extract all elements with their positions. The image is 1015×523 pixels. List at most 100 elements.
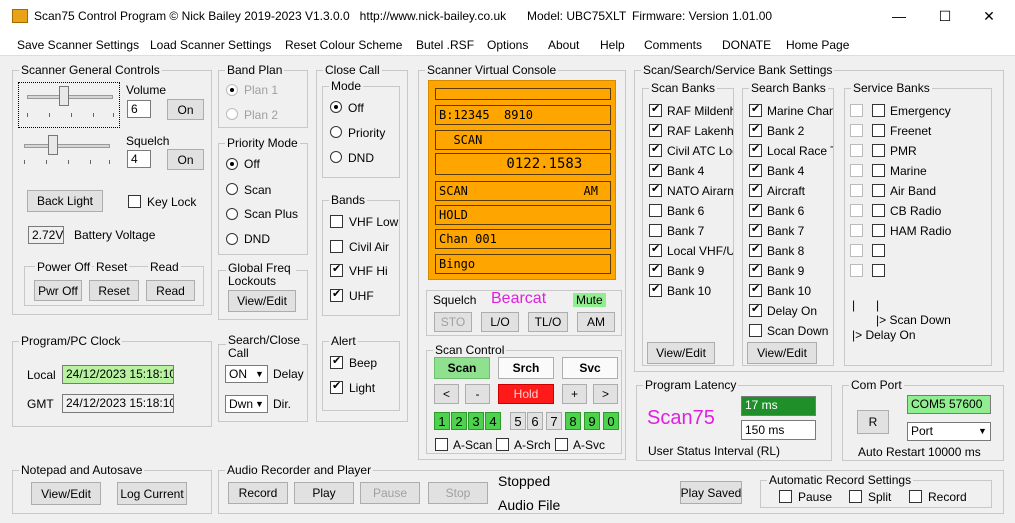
service-bank-delay-checkbox[interactable] [850,244,863,257]
beep-checkbox[interactable] [330,354,343,369]
squelch-value[interactable]: 4 [127,150,151,168]
menu-options[interactable]: Options [487,38,528,52]
bank-key-4[interactable]: 4 [485,412,501,430]
direction-select[interactable]: Dwn ▼ [225,395,268,413]
minus-button[interactable]: - [465,384,490,404]
sto-button[interactable]: STO [434,312,472,332]
auto-record-checkbox[interactable] [909,490,922,503]
tlo-button[interactable]: TL/O [528,312,568,332]
service-bank-delay-checkbox[interactable] [850,144,863,157]
delay-select[interactable]: ON ▼ [225,365,268,383]
bank-key-8[interactable]: 8 [565,412,581,430]
search-bank-2-checkbox[interactable] [749,122,762,137]
search-bank-1-checkbox[interactable] [749,102,762,117]
bank-key-9[interactable]: 9 [584,412,600,430]
bank-key-3[interactable]: 3 [468,412,484,430]
scan-bank-2-checkbox[interactable] [649,122,662,137]
search-bank-8-checkbox[interactable] [749,242,762,257]
scan-bank-8-checkbox[interactable] [649,242,662,257]
vhf-hi-checkbox[interactable] [330,262,343,277]
power-off-button[interactable]: Pwr Off [34,280,82,301]
scan-banks-view-edit-button[interactable]: View/Edit [647,342,715,364]
scan-bank-5-checkbox[interactable] [649,182,662,197]
bank-key-0[interactable]: 0 [603,412,619,430]
com-refresh-button[interactable]: R [857,410,889,434]
civil-air-checkbox[interactable] [330,240,343,253]
play-button[interactable]: Play [294,482,354,504]
search-bank-7-checkbox[interactable] [749,222,762,237]
bank-key-2[interactable]: 2 [451,412,467,430]
stop-button[interactable]: Stop [428,482,488,504]
squelch-on-button[interactable]: On [167,149,204,170]
service-bank-7-checkbox[interactable] [872,224,885,237]
bank-key-1[interactable]: 1 [434,412,450,430]
cc-dnd-radio[interactable] [330,151,342,163]
scan-bank-10-checkbox[interactable] [649,282,662,297]
backlight-button[interactable]: Back Light [27,190,103,212]
search-bank-3-checkbox[interactable] [749,142,762,157]
auto-pause-checkbox[interactable] [779,490,792,503]
service-bank-6-checkbox[interactable] [872,204,885,217]
bank-key-6[interactable]: 6 [527,412,543,430]
menu-comments[interactable]: Comments [644,38,702,52]
hold-button[interactable]: Hold [498,384,554,404]
cc-priority-radio[interactable] [330,126,342,138]
service-bank-delay-checkbox[interactable] [850,124,863,137]
minimize-icon[interactable]: — [876,0,922,32]
search-bank-4-checkbox[interactable] [749,162,762,177]
volume-slider[interactable] [18,82,120,128]
notepad-view-edit-button[interactable]: View/Edit [31,482,101,505]
svc-button[interactable]: Svc [562,357,618,379]
search-banks-view-edit-button[interactable]: View/Edit [747,342,817,364]
cc-off-radio[interactable] [330,101,342,113]
auto-service-checkbox[interactable] [555,438,568,451]
read-button[interactable]: Read [146,280,195,301]
keylock-checkbox[interactable] [128,195,141,208]
uhf-checkbox[interactable] [330,287,343,302]
scan-bank-1-checkbox[interactable] [649,102,662,117]
service-bank-delay-checkbox[interactable] [850,104,863,117]
plan1-radio[interactable] [226,84,238,96]
auto-search-checkbox[interactable] [496,438,509,451]
search-bank-12-checkbox[interactable] [749,324,762,337]
search-bank-6-checkbox[interactable] [749,202,762,217]
service-bank-4-checkbox[interactable] [872,164,885,177]
auto-scan-checkbox[interactable] [435,438,448,451]
menu-save-settings[interactable]: Save Scanner Settings [17,38,139,52]
plus-button[interactable]: + [562,384,587,404]
prev-button[interactable]: < [434,384,459,404]
menu-load-settings[interactable]: Load Scanner Settings [150,38,271,52]
scan-bank-3-checkbox[interactable] [649,142,662,157]
lo-button[interactable]: L/O [481,312,519,332]
service-bank-3-checkbox[interactable] [872,144,885,157]
scan-button[interactable]: Scan [434,357,490,379]
service-bank-2-checkbox[interactable] [872,124,885,137]
menu-help[interactable]: Help [600,38,625,52]
menu-about[interactable]: About [548,38,579,52]
menu-butel-rsf[interactable]: Butel .RSF [416,38,474,52]
search-bank-11-checkbox[interactable] [749,302,762,317]
service-bank-9-checkbox[interactable] [872,264,885,277]
play-saved-button[interactable]: Play Saved [680,481,742,504]
bank-key-7[interactable]: 7 [546,412,562,430]
service-bank-delay-checkbox[interactable] [850,184,863,197]
priority-off-radio[interactable] [226,158,238,170]
menu-home-page[interactable]: Home Page [786,38,849,52]
auto-split-checkbox[interactable] [849,490,862,503]
vhf-low-checkbox[interactable] [330,215,343,228]
srch-button[interactable]: Srch [498,357,554,379]
priority-scan-radio[interactable] [226,183,238,195]
scan-bank-4-checkbox[interactable] [649,162,662,177]
search-bank-9-checkbox[interactable] [749,262,762,277]
menu-reset-colour[interactable]: Reset Colour Scheme [285,38,402,52]
service-bank-8-checkbox[interactable] [872,244,885,257]
close-icon[interactable]: ✕ [966,0,1012,32]
log-current-button[interactable]: Log Current [117,482,187,505]
maximize-icon[interactable]: ☐ [922,0,968,32]
search-bank-5-checkbox[interactable] [749,182,762,197]
service-bank-delay-checkbox[interactable] [850,264,863,277]
plan2-radio[interactable] [226,108,238,120]
next-button[interactable]: > [593,384,618,404]
service-bank-delay-checkbox[interactable] [850,204,863,217]
service-bank-delay-checkbox[interactable] [850,164,863,177]
